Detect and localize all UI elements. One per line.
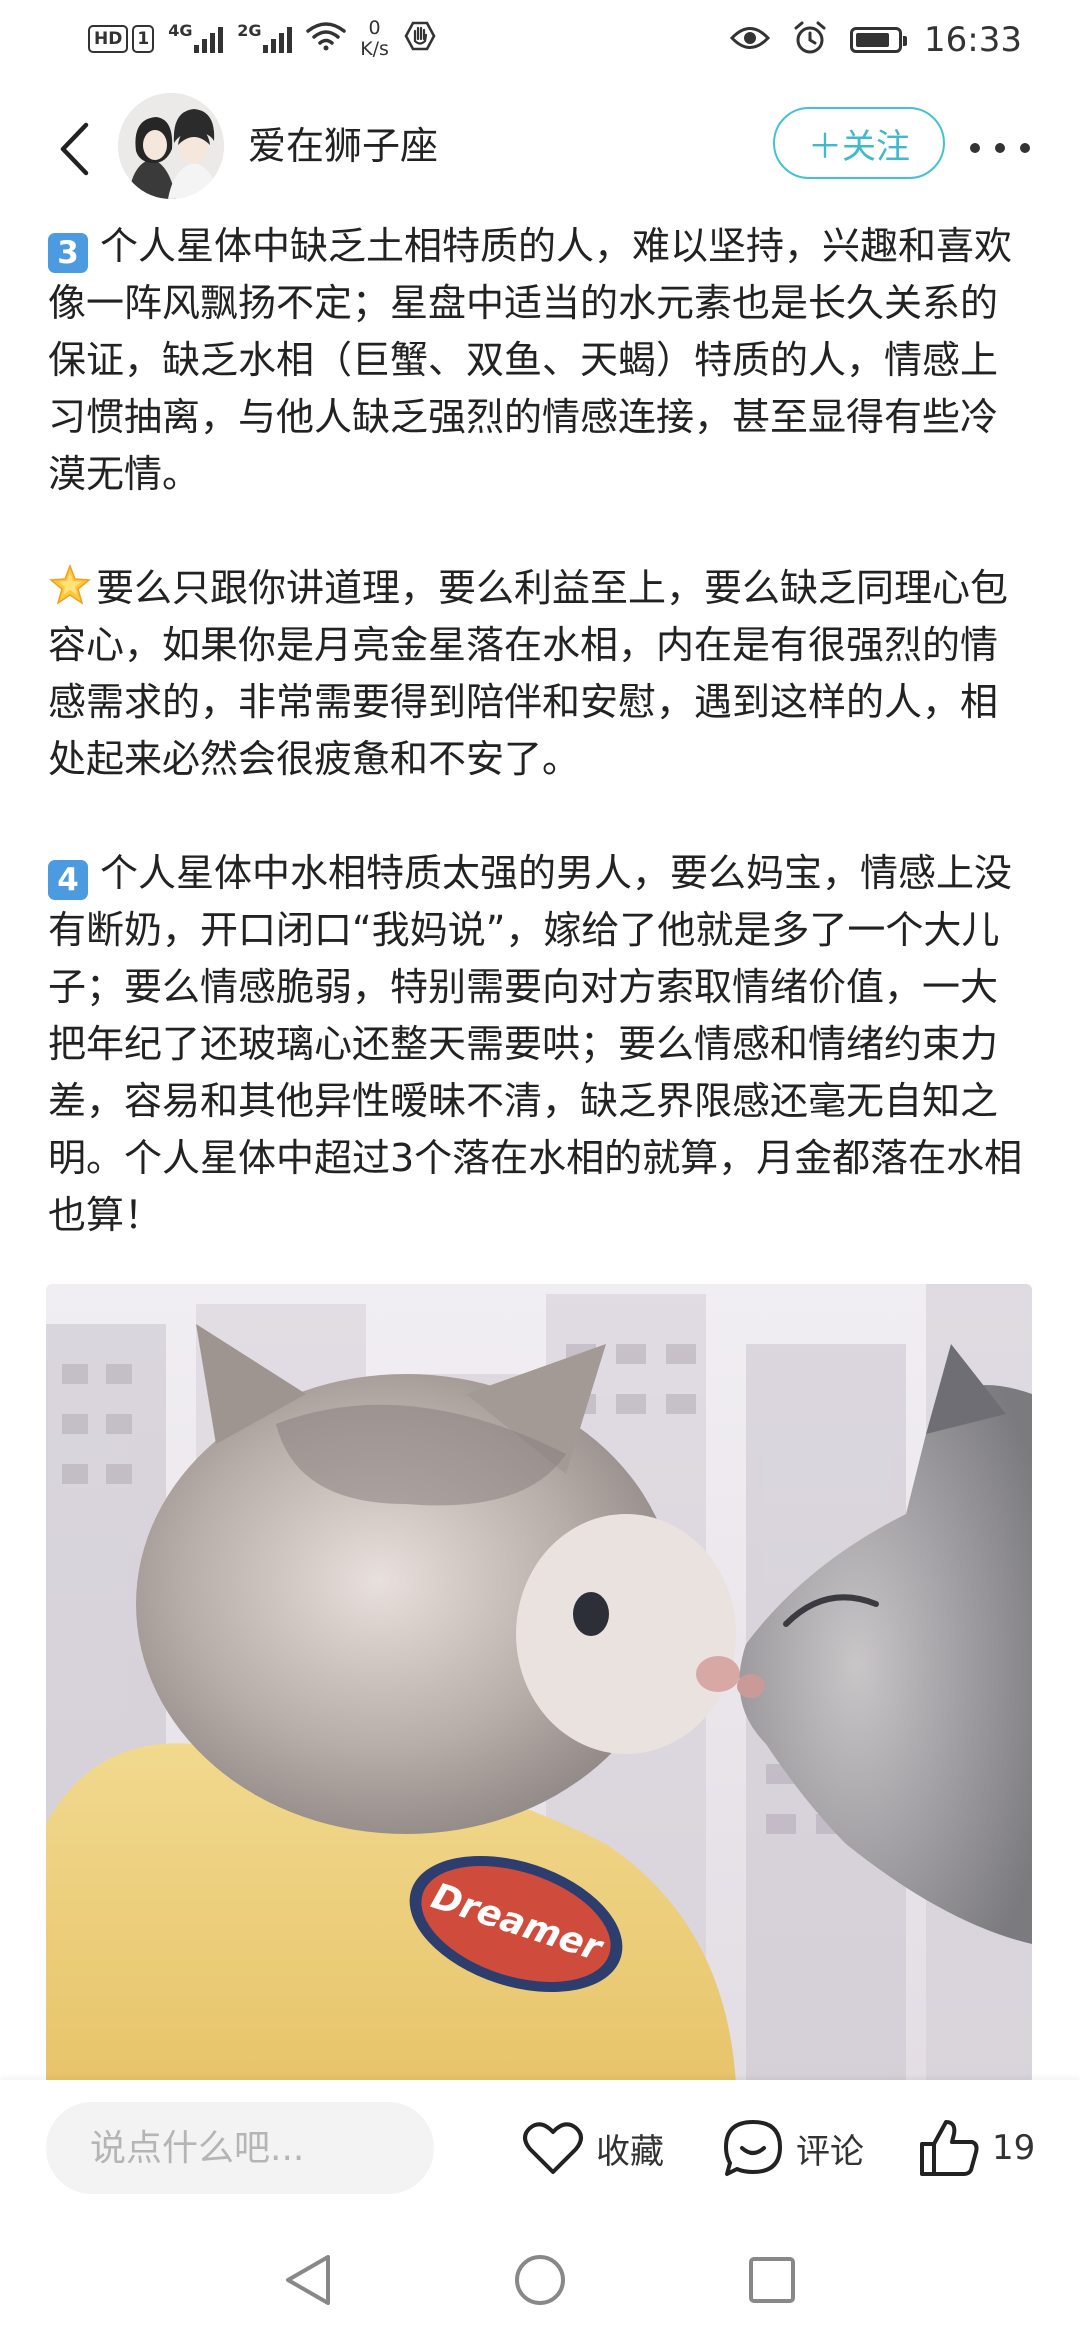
comment-button[interactable]: 评论 — [722, 2102, 864, 2194]
post-photo[interactable]: Dreamer — [46, 1284, 1032, 2084]
status-right: 16:33 — [729, 14, 1022, 66]
paragraph-star: 要么只跟你讲道理，要么利益至上，要么缺乏同理心包容心，如果你是月亮金星落在水相，… — [48, 560, 1033, 788]
status-left: HD 1 4G 2G 0 K/s — [88, 14, 437, 64]
signal-4g-label: 4G — [168, 21, 193, 40]
nav-recents-button[interactable] — [742, 2250, 802, 2310]
heart-icon — [523, 2122, 583, 2174]
keycap-3-icon: 3 — [48, 233, 88, 273]
like-button[interactable]: 19 — [918, 2102, 1035, 2194]
battery-icon — [850, 27, 908, 53]
nav-back-button[interactable] — [278, 2250, 338, 2310]
follow-label: 关注 — [842, 126, 910, 167]
follow-button[interactable]: ＋ 关注 — [773, 107, 945, 179]
keycap-4-icon: 4 — [48, 860, 88, 900]
nav-home-button[interactable] — [510, 2250, 570, 2310]
net-speed-unit: K/s — [360, 38, 389, 60]
avatar[interactable] — [118, 93, 224, 199]
status-bar: HD 1 4G 2G 0 K/s 16:33 — [0, 0, 1080, 78]
alarm-icon — [792, 20, 828, 60]
square-recents-icon — [749, 2257, 795, 2303]
sim-badge: 1 — [132, 25, 155, 53]
system-navigation-bar — [0, 2220, 1080, 2340]
favorite-label: 收藏 — [596, 2131, 664, 2172]
net-speed: 0 K/s — [360, 18, 389, 60]
like-count: 19 — [992, 2128, 1036, 2168]
signal-2g-icon: 2G — [237, 21, 293, 53]
glowing-star-icon — [49, 563, 91, 605]
hand-icon — [403, 19, 437, 59]
paragraph-4-text: 个人星体中水相特质太强的男人，要么妈宝，情感上没有断奶，开口闭口“我妈说”，嫁给… — [48, 851, 1023, 1237]
comment-label: 评论 — [796, 2131, 864, 2172]
circle-home-icon — [515, 2255, 565, 2305]
net-speed-value: 0 — [368, 17, 381, 39]
comment-bubble-icon — [724, 2120, 782, 2176]
bottom-action-bar: 收藏 评论 19 — [0, 2080, 1080, 2220]
comment-input[interactable] — [46, 2102, 434, 2194]
hd-sim-indicator: HD 1 — [88, 25, 155, 53]
back-button[interactable] — [44, 114, 104, 184]
hd-badge: HD — [88, 25, 129, 53]
triangle-back-icon — [286, 2255, 330, 2305]
chevron-left-icon — [60, 122, 89, 176]
paragraph-3-text: 个人星体中缺乏土相特质的人，难以坚持，兴趣和喜欢像一阵风飘扬不定；星盘中适当的水… — [48, 224, 1013, 496]
post-content: 3 个人星体中缺乏土相特质的人，难以坚持，兴趣和喜欢像一阵风飘扬不定；星盘中适当的… — [48, 218, 1033, 1244]
clock: 16:33 — [924, 20, 1022, 60]
eye-icon — [729, 25, 771, 55]
thumbs-up-icon — [920, 2120, 979, 2176]
signal-2g-label: 2G — [237, 21, 262, 40]
paragraph-4: 4 个人星体中水相特质太强的男人，要么妈宝，情感上没有断奶，开口闭口“我妈说”，嫁… — [48, 845, 1033, 1244]
plus-icon: ＋ — [808, 126, 842, 167]
username[interactable]: 爱在狮子座 — [248, 118, 438, 174]
signal-4g-icon: 4G — [168, 21, 224, 53]
paragraph-3: 3 个人星体中缺乏土相特质的人，难以坚持，兴趣和喜欢像一阵风飘扬不定；星盘中适当的… — [48, 218, 1033, 503]
more-options-icon[interactable] — [970, 133, 1030, 163]
favorite-button[interactable]: 收藏 — [522, 2102, 664, 2194]
paragraph-star-text: 要么只跟你讲道理，要么利益至上，要么缺乏同理心包容心，如果你是月亮金星落在水相，… — [48, 566, 1009, 781]
wifi-icon — [306, 21, 346, 57]
post-header: 爱在狮子座 ＋ 关注 — [0, 78, 1080, 218]
